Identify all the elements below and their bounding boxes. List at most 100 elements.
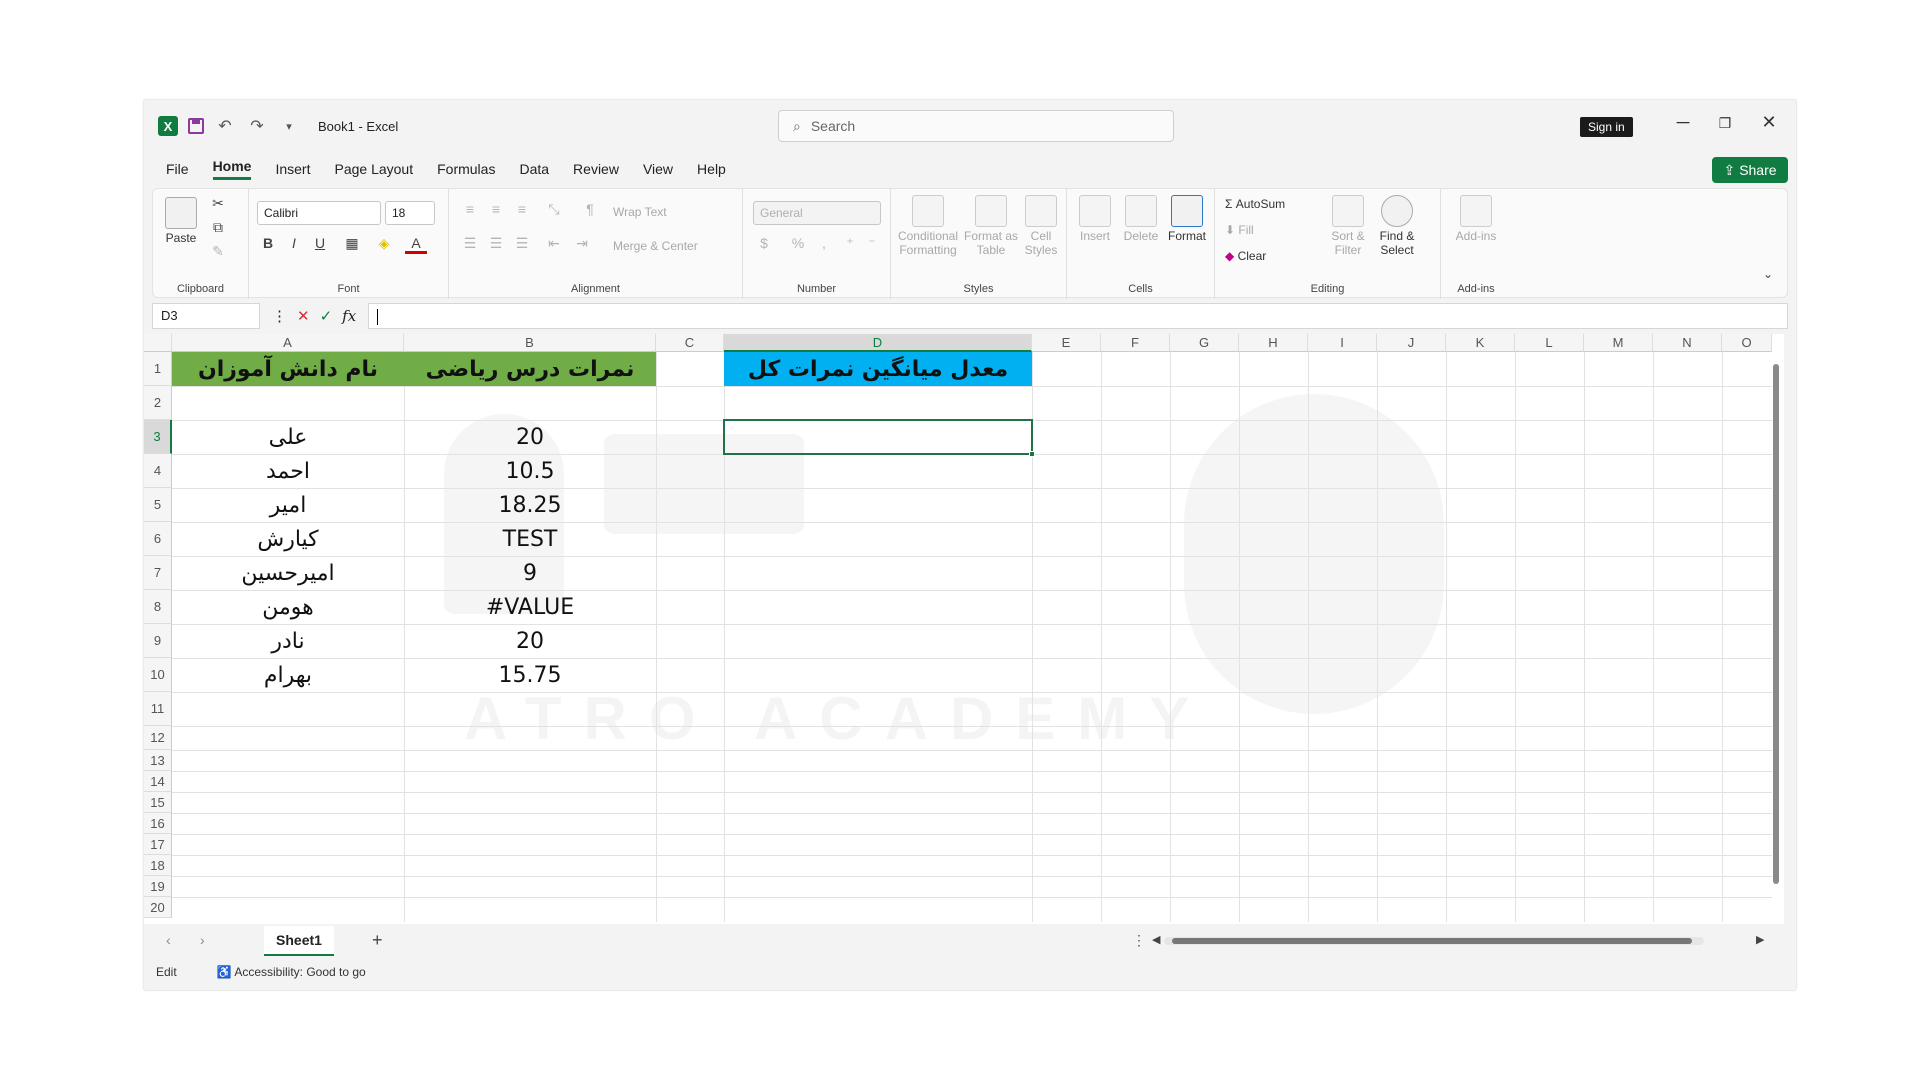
conditional-formatting-button[interactable]: Conditional Formatting: [897, 195, 959, 257]
search-input[interactable]: ⌕ Search: [778, 110, 1174, 142]
cell-b6[interactable]: TEST: [404, 522, 656, 556]
addins-button[interactable]: Add-ins: [1451, 195, 1501, 243]
column-header-b[interactable]: B: [404, 334, 656, 352]
column-header-d[interactable]: D: [724, 334, 1032, 352]
cell-b8[interactable]: #VALUE: [404, 590, 656, 624]
cell-b10[interactable]: 15.75: [404, 658, 656, 692]
collapse-ribbon-icon[interactable]: ⌄: [1757, 267, 1779, 281]
row-header-18[interactable]: 18: [144, 855, 172, 876]
close-icon[interactable]: ✕: [1754, 112, 1784, 133]
format-cells-button[interactable]: Format: [1165, 195, 1209, 243]
insert-function-icon[interactable]: fx: [342, 307, 356, 325]
worksheet-grid[interactable]: ATRO ACADEMY A B C D E F G H I J K L M N…: [144, 334, 1784, 924]
row-header-13[interactable]: 13: [144, 750, 172, 771]
number-format-select[interactable]: General: [753, 201, 881, 225]
decrease-decimal-icon[interactable]: ⁻: [861, 235, 883, 252]
percent-icon[interactable]: %: [787, 235, 809, 251]
cell-a6[interactable]: کیارش: [172, 522, 404, 556]
prev-sheet-icon[interactable]: ‹: [166, 932, 171, 948]
format-painter-icon[interactable]: ✎: [207, 243, 229, 260]
column-header-a[interactable]: A: [172, 334, 404, 352]
font-name-select[interactable]: Calibri: [257, 201, 381, 225]
underline-icon[interactable]: U: [309, 235, 331, 251]
cell-a4[interactable]: احمد: [172, 454, 404, 488]
vertical-scroll-thumb[interactable]: [1773, 364, 1779, 884]
row-header-12[interactable]: 12: [144, 726, 172, 750]
row-header-16[interactable]: 16: [144, 813, 172, 834]
cell-a7[interactable]: امیرحسین: [172, 556, 404, 590]
undo-icon[interactable]: ↶: [214, 116, 236, 136]
cut-icon[interactable]: ✂: [207, 195, 229, 212]
paste-button[interactable]: Paste: [161, 197, 201, 245]
currency-icon[interactable]: $: [753, 235, 775, 251]
share-button[interactable]: ⇪ Share: [1712, 157, 1788, 183]
decrease-indent-icon[interactable]: ⇤: [543, 235, 565, 252]
column-header-k[interactable]: K: [1446, 334, 1515, 352]
cell-b7[interactable]: 9: [404, 556, 656, 590]
row-header-20[interactable]: 20: [144, 897, 172, 918]
column-header-f[interactable]: F: [1101, 334, 1170, 352]
column-header-g[interactable]: G: [1170, 334, 1239, 352]
cell-b3[interactable]: 20: [404, 420, 656, 454]
next-sheet-icon[interactable]: ›: [200, 932, 205, 948]
row-header-11[interactable]: 11: [144, 692, 172, 726]
increase-indent-icon[interactable]: ⇥: [571, 235, 593, 252]
row-header-6[interactable]: 6: [144, 522, 172, 556]
cell-styles-button[interactable]: Cell Styles: [1021, 195, 1061, 257]
cell-a10[interactable]: بهرام: [172, 658, 404, 692]
horizontal-scroll-thumb[interactable]: [1172, 938, 1692, 944]
row-header-1[interactable]: 1: [144, 352, 172, 386]
cell-d1[interactable]: معدل میانگین نمرات کل: [724, 352, 1032, 386]
tab-formulas[interactable]: Formulas: [437, 161, 495, 177]
align-bottom-icon[interactable]: ≡: [511, 201, 533, 217]
formula-input[interactable]: [368, 303, 1788, 329]
column-header-l[interactable]: L: [1515, 334, 1584, 352]
cell-b4[interactable]: 10.5: [404, 454, 656, 488]
column-header-o[interactable]: O: [1722, 334, 1772, 352]
select-all-corner[interactable]: [144, 334, 172, 352]
cell-a5[interactable]: امیر: [172, 488, 404, 522]
active-cell-d3[interactable]: [723, 419, 1033, 455]
customize-icon[interactable]: ▾: [278, 120, 300, 133]
name-box[interactable]: D3: [152, 303, 260, 329]
vertical-scrollbar[interactable]: [1772, 354, 1780, 899]
cancel-icon[interactable]: ✕: [297, 307, 310, 325]
scroll-right-icon[interactable]: ▶: [1756, 933, 1764, 946]
add-sheet-button[interactable]: +: [372, 930, 383, 951]
tab-data[interactable]: Data: [519, 161, 549, 177]
column-header-m[interactable]: M: [1584, 334, 1653, 352]
column-header-e[interactable]: E: [1032, 334, 1101, 352]
row-header-17[interactable]: 17: [144, 834, 172, 855]
fill-color-icon[interactable]: ◈: [373, 235, 395, 252]
increase-decimal-icon[interactable]: ⁺: [839, 235, 861, 252]
comma-icon[interactable]: ,: [813, 235, 835, 251]
tab-home[interactable]: Home: [212, 158, 252, 180]
sheet-options-icon[interactable]: ⋮: [1132, 932, 1146, 949]
row-header-4[interactable]: 4: [144, 454, 172, 488]
restore-icon[interactable]: ❐: [1710, 115, 1740, 132]
italic-icon[interactable]: I: [283, 235, 305, 251]
align-right-icon[interactable]: ☰: [511, 235, 533, 252]
save-icon[interactable]: [188, 118, 204, 134]
row-header-9[interactable]: 9: [144, 624, 172, 658]
font-size-select[interactable]: 18: [385, 201, 435, 225]
tab-review[interactable]: Review: [573, 161, 619, 177]
clear-button[interactable]: ◆ Clear: [1225, 249, 1266, 263]
row-header-15[interactable]: 15: [144, 792, 172, 813]
row-header-10[interactable]: 10: [144, 658, 172, 692]
column-header-j[interactable]: J: [1377, 334, 1446, 352]
sheet-tab-sheet1[interactable]: Sheet1: [264, 926, 334, 956]
column-header-i[interactable]: I: [1308, 334, 1377, 352]
redo-icon[interactable]: ↷: [246, 116, 268, 136]
minimize-icon[interactable]: ─: [1668, 112, 1698, 133]
tab-file[interactable]: File: [166, 161, 189, 177]
enter-icon[interactable]: ✓: [320, 307, 333, 325]
cell-b1[interactable]: نمرات درس ریاضی: [404, 352, 656, 386]
tab-page-layout[interactable]: Page Layout: [334, 161, 413, 177]
tab-insert[interactable]: Insert: [275, 161, 310, 177]
scroll-left-icon[interactable]: ◀: [1152, 933, 1160, 946]
copy-icon[interactable]: ⧉: [207, 219, 229, 236]
column-header-h[interactable]: H: [1239, 334, 1308, 352]
autosum-button[interactable]: Σ AutoSum: [1225, 197, 1285, 211]
row-header-19[interactable]: 19: [144, 876, 172, 897]
